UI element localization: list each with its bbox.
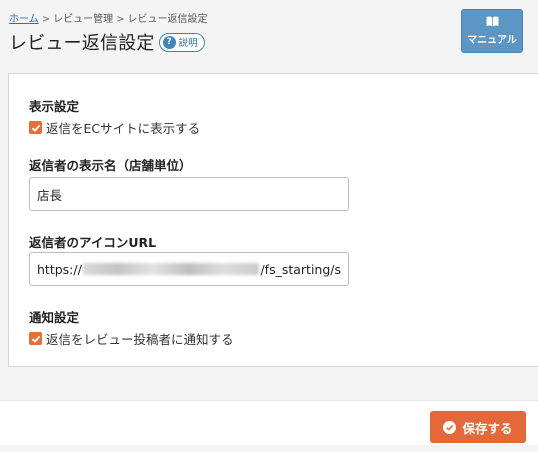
icon-url-value-suffix: /fs_starting/s [260,261,341,277]
help-button-label: 説明 [178,38,198,49]
help-button[interactable]: ? 説明 [158,32,205,52]
notify-setting-label: 通知設定 [29,310,80,325]
book-icon [486,16,498,27]
title-row: レビュー返信設定 ? 説明 [9,29,205,55]
save-button[interactable]: 保存する [430,411,526,443]
display-on-ec-checkbox-row[interactable]: 返信をECサイトに表示する [29,118,200,137]
settings-card: 表示設定 返信をECサイトに表示する 返信者の表示名（店舗単位） 店長 返信者の… [8,73,538,367]
page: ホーム > レビュー管理 > レビュー返信設定 レビュー返信設定 ? 説明 マニュアル … [0,0,538,452]
notify-reviewer-checkbox[interactable] [29,332,42,345]
check-circle-icon [443,420,457,434]
display-on-ec-checkbox[interactable] [29,121,42,134]
breadcrumb-item-current: レビュー返信設定 [127,14,208,25]
icon-url-value-prefix: https:// [37,261,82,277]
replier-name-input[interactable]: 店長 [29,177,349,211]
breadcrumb: ホーム > レビュー管理 > レビュー返信設定 [9,10,207,25]
breadcrumb-item-review-management: レビュー管理 [53,14,114,25]
icon-url-label: 返信者のアイコンURL [29,235,157,250]
manual-button-label: マニュアル [467,35,517,46]
replier-name-label: 返信者の表示名（店舗単位） [29,158,192,173]
checkmark-icon [31,335,40,343]
footer-bar: 保存する [0,400,538,445]
save-button-label: 保存する [462,420,513,436]
display-setting-label: 表示設定 [29,99,80,114]
checkmark-icon [31,124,40,132]
breadcrumb-home-link[interactable]: ホーム [9,14,39,25]
notify-reviewer-checkbox-row[interactable]: 返信をレビュー投稿者に通知する [29,329,234,348]
display-on-ec-checkbox-label: 返信をECサイトに表示する [46,121,201,136]
breadcrumb-separator: > [116,14,125,25]
replier-name-value: 店長 [37,187,63,203]
question-circle-icon: ? [162,35,176,49]
breadcrumb-separator: > [41,14,51,25]
manual-button[interactable]: マニュアル [461,9,523,53]
icon-url-redacted [82,263,260,275]
page-title: レビュー返信設定 [9,33,155,54]
notify-reviewer-checkbox-label: 返信をレビュー投稿者に通知する [46,332,234,347]
icon-url-input[interactable]: https:// /fs_starting/s [29,252,349,286]
